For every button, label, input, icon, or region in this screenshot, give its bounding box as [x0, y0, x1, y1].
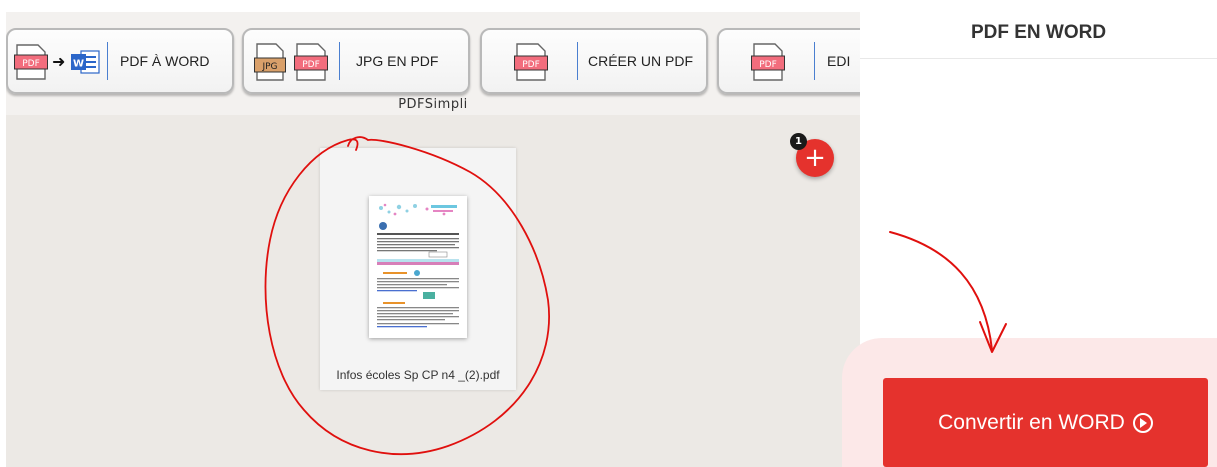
- pdf-file-icon: PDF: [14, 44, 48, 80]
- tool-edit-pdf-button[interactable]: PDF EDI: [717, 28, 860, 94]
- arrow-circle-right-icon: [1132, 413, 1153, 433]
- tool-carousel: PDF ➜ W PDF À WORD JPG PDF JPG EN PDF PD…: [6, 12, 860, 115]
- panel-divider: [860, 58, 1217, 59]
- svg-text:PDF: PDF: [22, 59, 40, 69]
- tool-label: JPG EN PDF: [356, 53, 439, 69]
- pdf-file-icon: PDF: [751, 43, 785, 81]
- brand-name: PDFSimpli: [398, 97, 468, 112]
- file-name-label: Infos écoles Sp CP n4 _(2).pdf: [336, 368, 500, 382]
- file-count-badge: 1: [790, 133, 807, 150]
- pdf-file-icon: PDF: [294, 43, 328, 81]
- pdf-page-thumbnail: [369, 196, 467, 338]
- tool-label: EDI: [827, 53, 851, 69]
- tool-pdf-to-word-button[interactable]: PDF ➜ W PDF À WORD: [6, 28, 234, 94]
- convert-to-word-button[interactable]: Convertir en WORD: [883, 378, 1208, 467]
- tool-label: CRÉER UN PDF: [588, 53, 694, 69]
- convert-button-label: Convertir en WORD: [938, 411, 1125, 434]
- document-preview-graphic: [373, 200, 463, 334]
- panel-title: PDF EN WORD: [970, 22, 1107, 43]
- svg-text:PDF: PDF: [522, 60, 540, 70]
- tool-separator: [107, 42, 108, 80]
- svg-text:W: W: [73, 59, 84, 70]
- arrow-right-icon: ➜: [52, 52, 66, 71]
- svg-text:PDF: PDF: [302, 60, 320, 70]
- tool-separator: [577, 42, 578, 80]
- svg-text:JPG: JPG: [261, 62, 277, 72]
- svg-text:PDF: PDF: [759, 60, 777, 70]
- tool-jpg-to-pdf-button[interactable]: JPG PDF JPG EN PDF: [242, 28, 470, 94]
- tool-separator: [814, 42, 815, 80]
- tool-create-pdf-button[interactable]: PDF CRÉER UN PDF: [480, 28, 708, 94]
- tool-label: PDF À WORD: [120, 53, 210, 69]
- jpg-file-icon: JPG: [254, 43, 286, 81]
- pdf-file-icon: PDF: [514, 43, 548, 81]
- tool-separator: [339, 42, 340, 80]
- word-file-icon: W: [71, 50, 100, 74]
